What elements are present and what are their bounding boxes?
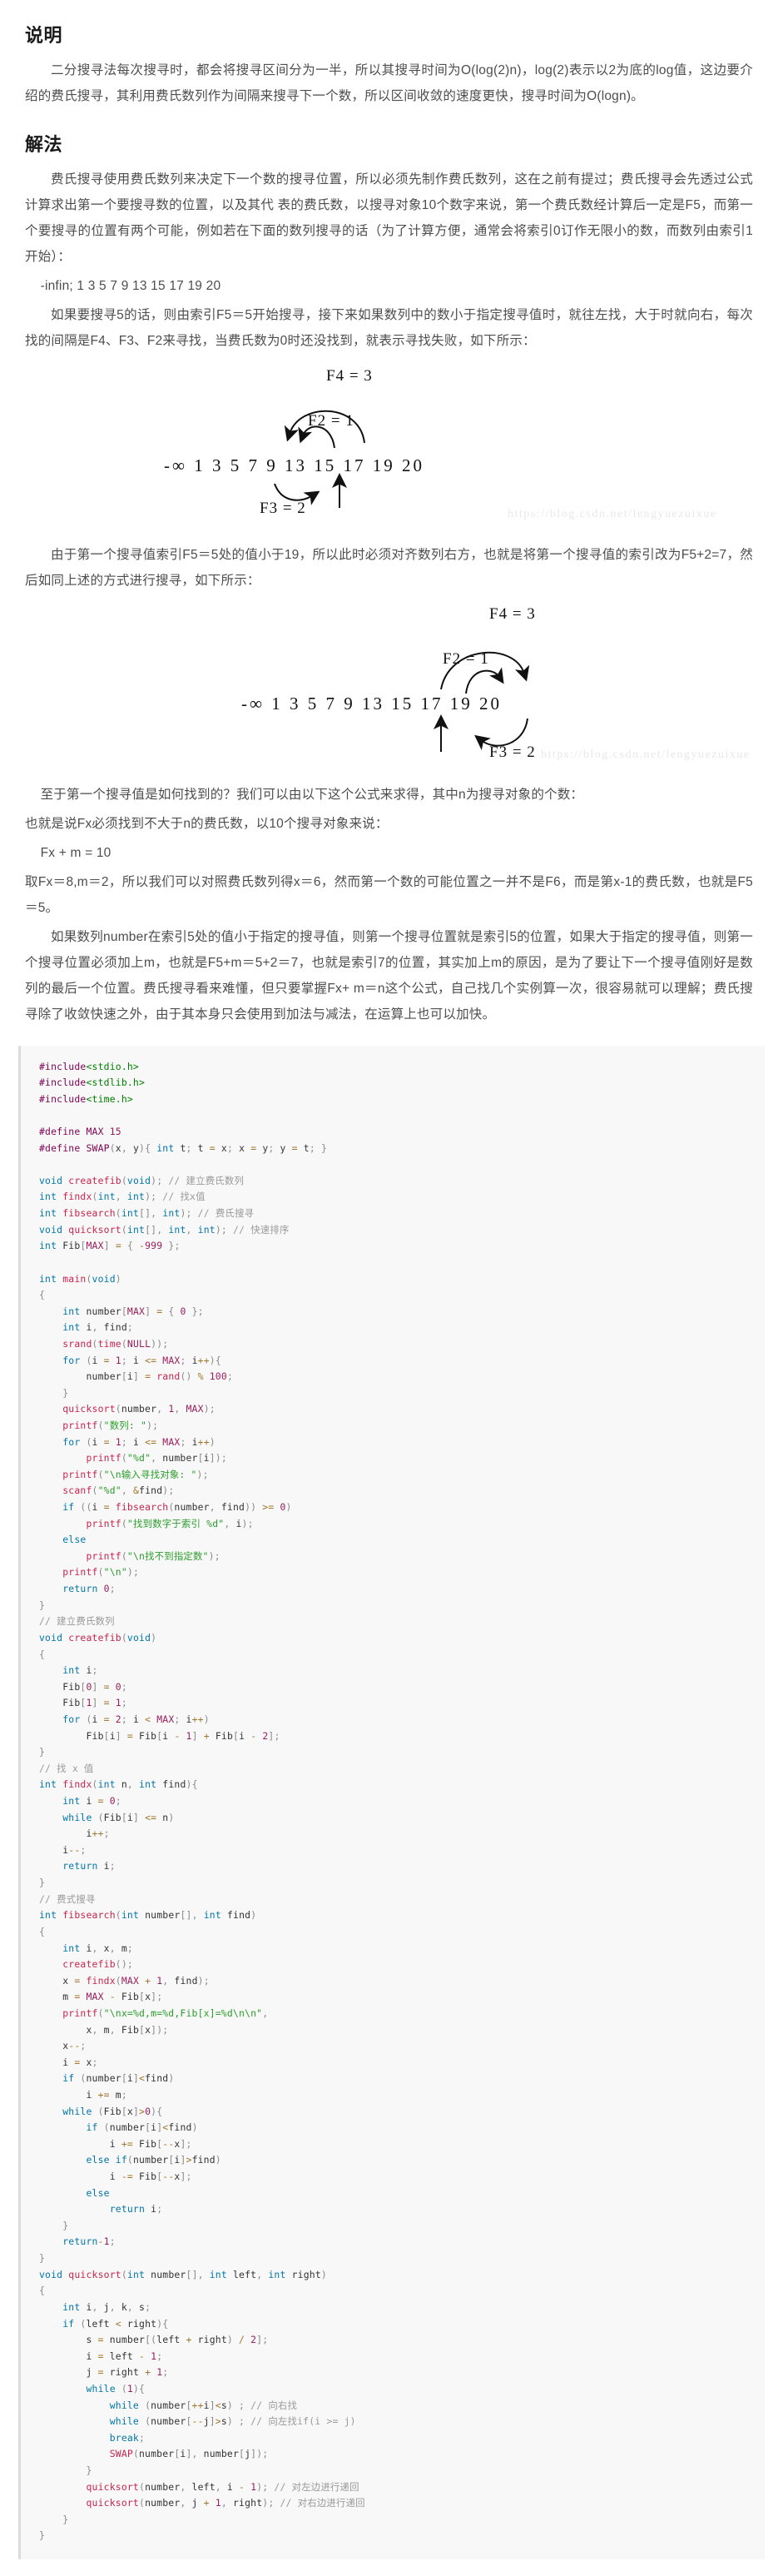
solution-formula: Fx + m = 10 (40, 845, 111, 860)
figure-fibonacci-search-step2: F4 = 3 F2 = 1 -∞ 1 3 5 7 9 13 15 17 19 2… (25, 602, 753, 777)
figure1-label-f4: F4 = 3 (326, 366, 373, 385)
solution-paragraph-2: 如果要搜寻5的话，则由索引F5＝5开始搜寻，接下来如果数列中的数小于指定搜寻值时… (25, 307, 753, 348)
solution-paragraph-1: 费氏搜寻使用费氏数列来决定下一个数的搜寻位置，所以必须先制作费氏数列，这在之前有… (25, 172, 753, 264)
explain-paragraph-1: 二分搜寻法每次搜寻时，都会将搜寻区间分为一半，所以其搜寻时间为O(log(2)n… (25, 62, 753, 103)
watermark-figure1: https://blog.csdn.net/lengyuezuixue (508, 507, 717, 520)
figure1-sequence: -∞ 1 3 5 7 9 13 15 17 19 20 (164, 455, 424, 475)
figure2-sequence: -∞ 1 3 5 7 9 13 15 17 19 20 (241, 693, 502, 714)
figure2-label-f3: F3 = 2 (489, 743, 536, 761)
code-block[interactable]: #include<stdio.h> #include<stdlib.h> #in… (18, 1045, 765, 2560)
solution-paragraph-4: 至于第一个搜寻值是如何找到的？我们可以由以下这个公式来求得，其中n为搜寻对象的个… (40, 787, 584, 802)
figure-fibonacci-search-step1: F4 = 3 F2 = 1 -∞ 1 3 5 7 9 13 15 17 19 2… (25, 362, 753, 537)
solution-paragraph-7: 如果数列number在索引5处的值小于指定的搜寻值，则第一个搜寻位置就是索引5的… (25, 929, 753, 1022)
figure1-label-f2: F2 = 1 (308, 411, 354, 430)
section-title-explain: 说明 (25, 25, 63, 46)
code-content[interactable]: #include<stdio.h> #include<stdlib.h> #in… (39, 1059, 753, 2544)
section-title-solution: 解法 (25, 133, 63, 155)
figure2-label-f4: F4 = 3 (489, 604, 536, 623)
document-content: 说明 二分搜寻法每次搜寻时，都会将搜寻区间分为一半，所以其搜寻时间为O(log(… (0, 23, 778, 1027)
solution-paragraph-3: 由于第一个搜寻值索引F5＝5处的值小于19，所以此时必须对齐数列右方，也就是将第… (25, 547, 753, 588)
figure1-label-f3: F3 = 2 (260, 499, 306, 517)
solution-paragraph-5: 也就是说Fx必须找到不大于n的费氏数，以10个搜寻对象来说： (25, 816, 389, 831)
document-page: 说明 二分搜寻法每次搜寻时，都会将搜寻区间分为一半，所以其搜寻时间为O(log(… (0, 23, 778, 2560)
solution-sequence-line: -infin; 1 3 5 7 9 13 15 17 19 20 (40, 278, 221, 293)
solution-paragraph-6: 取Fx＝8,m＝2，所以我们可以对照费氏数列得x＝6，然而第一个数的可能位置之一… (25, 874, 753, 915)
watermark-figure2: https://blog.csdn.net/lengyuezuixue (541, 748, 751, 761)
figure2-label-f2: F2 = 1 (443, 649, 489, 668)
